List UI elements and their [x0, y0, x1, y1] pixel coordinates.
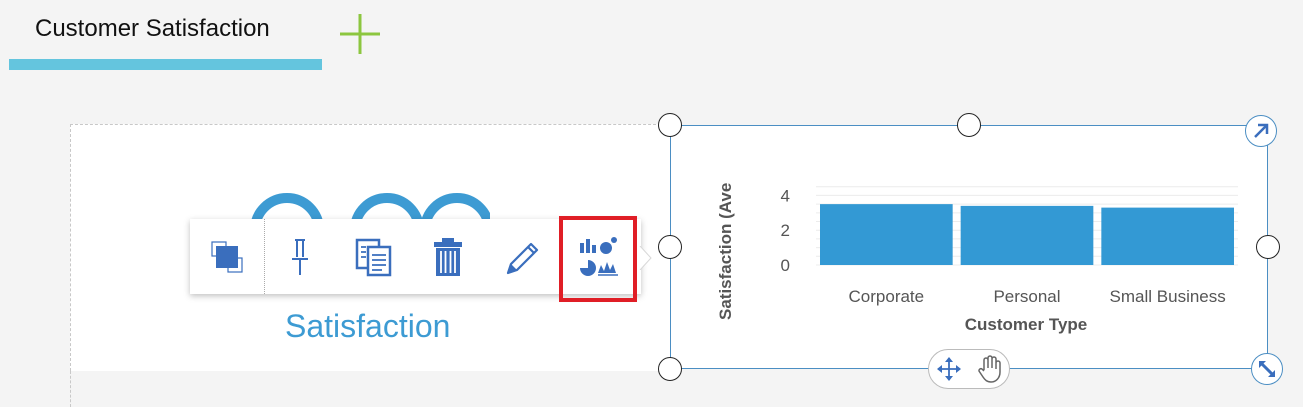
- expand-button[interactable]: [1245, 115, 1277, 147]
- toolbar-pointer: [639, 246, 652, 270]
- y-axis-label: Satisfaction (Ave: [716, 182, 735, 320]
- x-axis-label: Customer Type: [965, 315, 1088, 334]
- active-tab-indicator: [9, 59, 322, 70]
- resize-handle-left[interactable]: [658, 235, 682, 259]
- resize-handle-right[interactable]: [1256, 235, 1280, 259]
- edit-button[interactable]: [486, 219, 558, 294]
- y-tick-labels: 4 2 0: [781, 186, 790, 275]
- x-tick-label: Small Business: [1110, 287, 1226, 306]
- highlighted-toolbar-item-outline: [559, 216, 637, 302]
- tab-label: Customer Satisfaction: [35, 15, 270, 42]
- pin-icon: [292, 238, 308, 275]
- bring-to-front-icon: [211, 240, 243, 273]
- x-tick-label: Personal: [993, 287, 1060, 306]
- bar[interactable]: [1101, 207, 1234, 265]
- pan-button[interactable]: [969, 350, 1009, 388]
- delete-icon: [434, 237, 462, 276]
- move-button[interactable]: [929, 350, 969, 388]
- hand-icon: [978, 355, 1001, 383]
- x-tick-label: Corporate: [849, 287, 925, 306]
- bring-to-front-button[interactable]: [190, 219, 265, 294]
- y-tick-label: 0: [781, 256, 790, 275]
- resize-handle-top[interactable]: [957, 113, 981, 137]
- y-tick-label: 2: [781, 221, 790, 240]
- delete-button[interactable]: [412, 219, 484, 294]
- resize-handle-bottom-left[interactable]: [658, 357, 682, 381]
- move-control: [928, 349, 1010, 389]
- edit-icon: [506, 242, 539, 274]
- pin-button[interactable]: [264, 219, 336, 294]
- duplicate-button[interactable]: [338, 219, 410, 294]
- y-axis-label-clip: Satisfaction (Ave: [712, 170, 752, 330]
- resize-handle-top-left[interactable]: [658, 113, 682, 137]
- bar[interactable]: [960, 205, 1094, 265]
- bar-chart: 4 2 0 Corporate Personal Small Business Cust…: [781, 186, 1238, 334]
- expand-arrow-icon: [1254, 123, 1269, 138]
- bar[interactable]: [820, 204, 953, 265]
- chart-bars: [820, 204, 1234, 265]
- duplicate-icon: [355, 238, 392, 276]
- resize-corner-button[interactable]: [1251, 353, 1283, 385]
- x-category-labels: Corporate Personal Small Business: [849, 287, 1226, 306]
- resize-arrow-icon: [1259, 361, 1275, 377]
- canvas-guide-line: [70, 371, 72, 407]
- y-tick-label: 4: [781, 186, 790, 205]
- tab-customer-satisfaction[interactable]: Customer Satisfaction: [9, 0, 322, 70]
- add-tab-button[interactable]: [338, 12, 382, 56]
- widget-label: Satisfaction: [285, 308, 451, 344]
- move-icon: [937, 357, 961, 381]
- plus-icon: [340, 14, 380, 54]
